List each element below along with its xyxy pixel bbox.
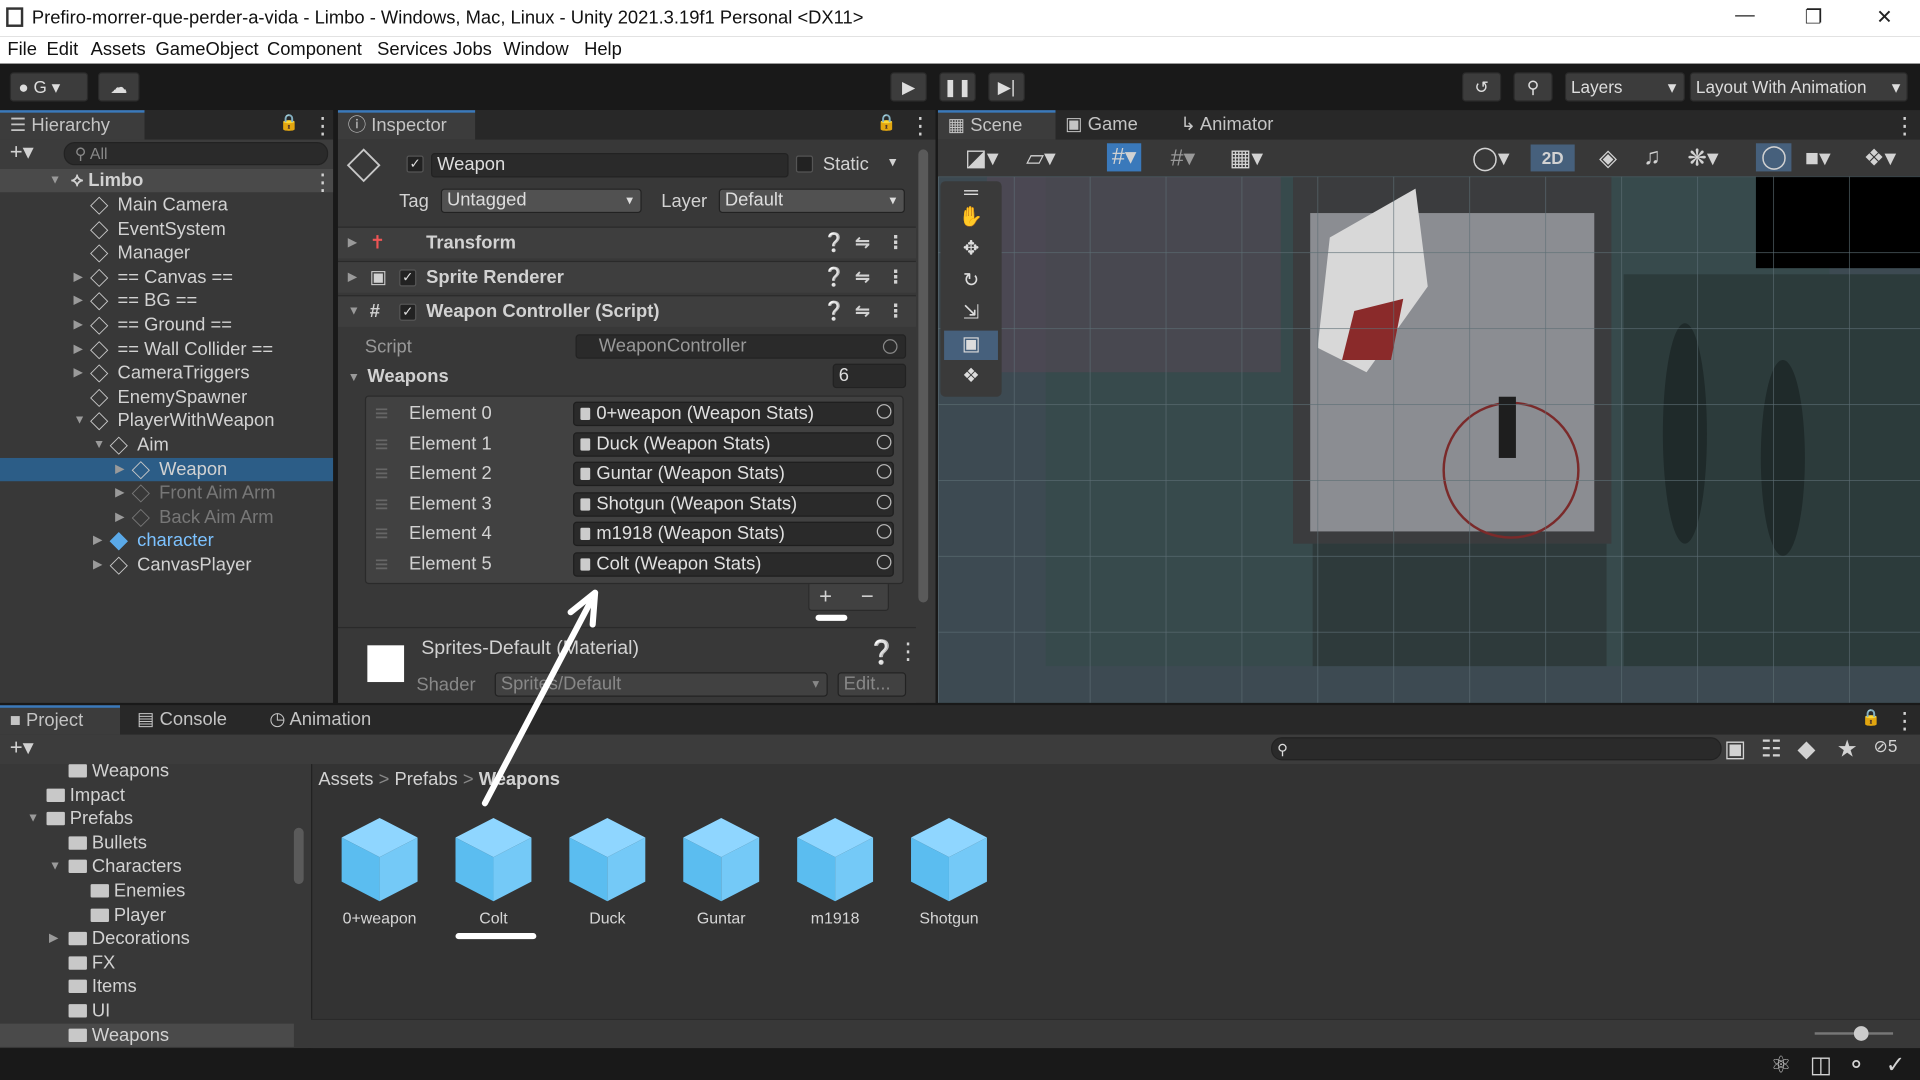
- gameobject-icon: [109, 532, 128, 551]
- hierarchy-item[interactable]: Main Camera: [0, 193, 333, 216]
- hierarchy-item[interactable]: ▶ == BG ==: [0, 289, 333, 312]
- gameobject-icon: [109, 436, 128, 455]
- hierarchy-item-label: Main Camera: [117, 194, 228, 216]
- hierarchy-item[interactable]: ▶ Front Aim Arm: [0, 481, 333, 504]
- collapsed-arrow-icon[interactable]: ▶: [115, 486, 124, 499]
- prefab-cube-icon: [455, 817, 532, 902]
- prefab-asset[interactable]: [795, 816, 876, 904]
- expanded-arrow-icon[interactable]: ▼: [73, 414, 85, 427]
- expanded-arrow-icon[interactable]: ▼: [93, 438, 105, 451]
- hierarchy-item[interactable]: Manager: [0, 241, 333, 264]
- prefab-asset-label: Colt: [479, 908, 508, 927]
- gameobject-icon: [90, 220, 109, 239]
- hierarchy-item-label: Weapon: [159, 458, 228, 480]
- prefab-asset[interactable]: [567, 816, 648, 904]
- hierarchy-item[interactable]: ▶ == Ground ==: [0, 313, 333, 336]
- prefab-asset[interactable]: [339, 816, 420, 904]
- prefab-asset-label: Shotgun: [919, 908, 979, 927]
- hierarchy-item-label: EnemySpawner: [117, 386, 248, 408]
- hierarchy-item-label: == BG ==: [117, 290, 198, 312]
- gameobject-icon: [90, 364, 109, 383]
- gameobject-icon: [90, 292, 109, 311]
- prefab-cube-icon: [341, 817, 418, 902]
- hierarchy-item[interactable]: ▶ CanvasPlayer: [0, 553, 333, 576]
- hierarchy-item-label: CameraTriggers: [117, 362, 250, 384]
- hierarchy-item-label: character: [137, 530, 214, 552]
- hierarchy-item-label: EventSystem: [117, 218, 226, 240]
- gameobject-icon: [109, 556, 128, 575]
- prefab-cube-icon: [797, 817, 874, 902]
- prefab-asset-label: m1918: [810, 908, 860, 927]
- hierarchy-item-label: Front Aim Arm: [159, 482, 276, 504]
- hierarchy-item-label: == Canvas ==: [117, 266, 233, 288]
- hierarchy-item[interactable]: ▶ CameraTriggers: [0, 361, 333, 384]
- gameobject-icon: [90, 412, 109, 431]
- hierarchy-item-label: Back Aim Arm: [159, 506, 274, 528]
- hierarchy-item[interactable]: ▶ == Canvas ==: [0, 265, 333, 288]
- hierarchy-item[interactable]: EnemySpawner: [0, 385, 333, 408]
- prefab-asset-label: 0+weapon: [342, 908, 417, 927]
- hierarchy-item-label: == Ground ==: [117, 314, 232, 336]
- collapsed-arrow-icon[interactable]: ▶: [93, 558, 102, 571]
- prefab-cube-icon: [911, 817, 987, 902]
- hierarchy-item-label: CanvasPlayer: [137, 554, 252, 576]
- prefab-asset-label: Guntar: [696, 908, 746, 927]
- collapsed-arrow-icon[interactable]: ▶: [93, 534, 102, 547]
- gameobject-icon: [131, 460, 150, 479]
- prefab-asset-label: Duck: [589, 908, 626, 927]
- hierarchy-item-label: == Wall Collider ==: [117, 338, 274, 360]
- collapsed-arrow-icon[interactable]: ▶: [115, 510, 124, 523]
- hierarchy-item[interactable]: ▼ PlayerWithWeapon: [0, 409, 333, 432]
- gameobject-icon: [131, 484, 150, 503]
- collapsed-arrow-icon[interactable]: ▶: [73, 342, 82, 355]
- collapsed-arrow-icon[interactable]: ▶: [73, 318, 82, 331]
- gameobject-icon: [90, 340, 109, 359]
- collapsed-arrow-icon[interactable]: ▶: [73, 366, 82, 379]
- hierarchy-item[interactable]: ▶ Weapon: [0, 457, 334, 481]
- hierarchy-item[interactable]: ▶ Back Aim Arm: [0, 505, 333, 528]
- hierarchy-item-label: PlayerWithWeapon: [117, 410, 275, 432]
- hierarchy-item-label: Aim: [137, 434, 169, 456]
- hierarchy-item[interactable]: EventSystem: [0, 217, 333, 240]
- gameobject-icon: [90, 244, 109, 263]
- collapsed-arrow-icon[interactable]: ▶: [73, 270, 82, 283]
- prefab-asset[interactable]: [909, 816, 990, 904]
- collapsed-arrow-icon[interactable]: ▶: [115, 462, 124, 475]
- prefab-asset[interactable]: [681, 816, 762, 904]
- gameobject-icon: [131, 508, 150, 527]
- hierarchy-item[interactable]: ▶ == Wall Collider ==: [0, 337, 333, 360]
- gameobject-icon: [90, 316, 109, 335]
- prefab-asset[interactable]: [453, 816, 534, 904]
- hierarchy-item[interactable]: ▶ character: [0, 529, 333, 552]
- hierarchy-item[interactable]: ▼ Aim: [0, 433, 333, 456]
- collapsed-arrow-icon[interactable]: ▶: [73, 294, 82, 307]
- prefab-cube-icon: [569, 817, 646, 902]
- gameobject-icon: [90, 196, 109, 215]
- hierarchy-item-label: Manager: [117, 242, 191, 264]
- prefab-cube-icon: [683, 817, 760, 902]
- gameobject-icon: [90, 388, 109, 407]
- gameobject-icon: [90, 268, 109, 287]
